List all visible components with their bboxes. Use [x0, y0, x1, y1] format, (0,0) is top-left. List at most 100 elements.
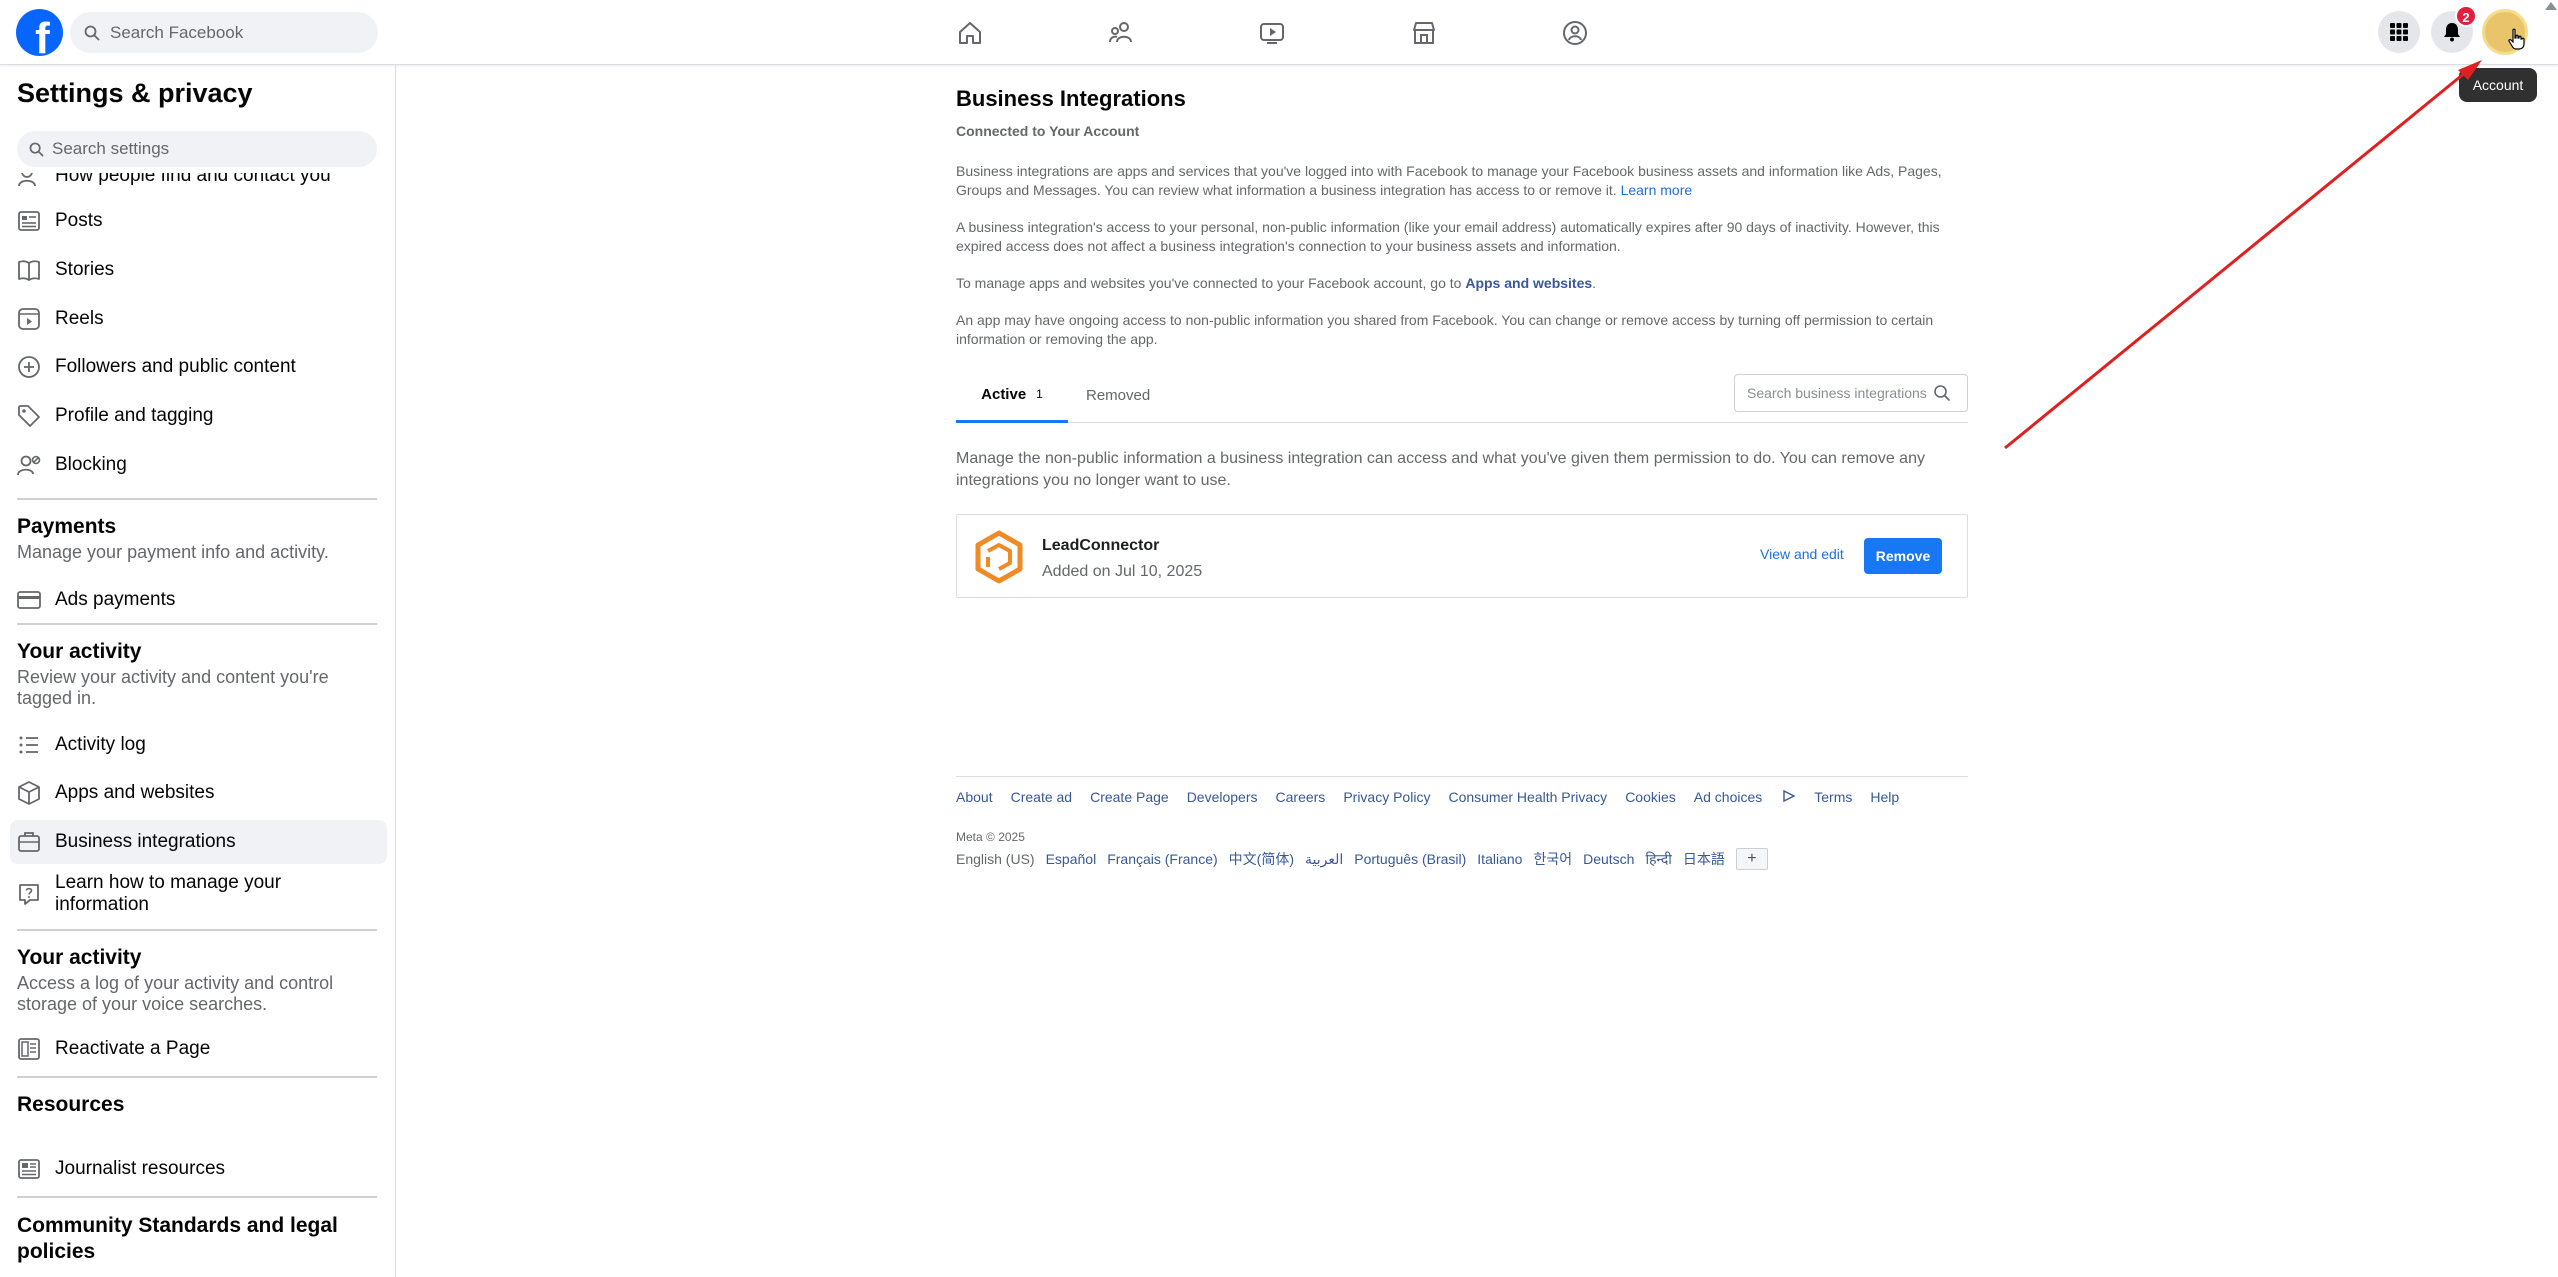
page-icon — [18, 1038, 40, 1060]
block-user-icon — [17, 455, 41, 476]
apps-websites-link[interactable]: Apps and websites — [1465, 275, 1592, 291]
facebook-search-box[interactable] — [70, 12, 378, 53]
facebook-search-input[interactable] — [110, 22, 360, 43]
language-option[interactable]: Français (France) — [1107, 851, 1217, 867]
footer-link-about[interactable]: About — [956, 789, 993, 805]
book-icon — [18, 260, 40, 281]
nav-groups-button[interactable] — [1557, 15, 1593, 51]
facebook-logo-icon[interactable]: f — [16, 9, 63, 56]
integration-search-box[interactable] — [1734, 374, 1968, 412]
tab-active-label: Active — [981, 385, 1027, 403]
language-option[interactable]: 한국어 — [1533, 849, 1572, 869]
language-option[interactable]: हिन्दी — [1645, 850, 1671, 869]
cube-icon — [18, 781, 40, 805]
footer-link-privacy-policy[interactable]: Privacy Policy — [1343, 789, 1430, 805]
language-option[interactable]: Español — [1046, 851, 1097, 867]
sidebar-item-learn-manage-info[interactable]: Learn how to manage your information — [10, 869, 387, 919]
footer-link-terms[interactable]: Terms — [1814, 789, 1852, 805]
sidebar-item-business-integrations[interactable]: Business integrations — [10, 820, 387, 864]
sidebar-item-journalist-resources[interactable]: Journalist resources — [10, 1147, 387, 1191]
facebook-logo-letter: f — [35, 14, 50, 56]
person-search-icon — [18, 173, 36, 187]
sidebar-item-label: Posts — [55, 210, 103, 231]
posts-icon — [18, 211, 40, 231]
language-option[interactable]: Deutsch — [1583, 851, 1634, 867]
sidebar-item-apps-websites[interactable]: Apps and websites — [10, 771, 387, 815]
search-icon — [84, 25, 100, 40]
tab-active[interactable]: Active 1 — [956, 368, 1068, 423]
sidebar-item-label: Business integrations — [55, 831, 236, 852]
settings-search-input[interactable] — [52, 139, 372, 159]
remove-button[interactable]: Remove — [1864, 538, 1942, 574]
language-option[interactable]: العربية — [1305, 851, 1343, 868]
integration-search-input[interactable] — [1747, 385, 1927, 401]
footer-link-ad-choices[interactable]: Ad choices — [1694, 789, 1796, 805]
sidebar-item-label: Blocking — [55, 454, 127, 475]
manage-description: Manage the non-public information a busi… — [956, 450, 1925, 489]
sidebar-item-label: Profile and tagging — [55, 405, 214, 426]
footer-link-create-ad[interactable]: Create ad — [1011, 789, 1072, 805]
sidebar-scroll-list[interactable]: How people find and contact you Posts St… — [0, 173, 395, 1277]
integration-name: LeadConnector — [1042, 537, 1160, 554]
activity2-heading: Your activity — [17, 946, 142, 969]
sidebar-item-posts[interactable]: Posts — [10, 199, 387, 243]
tab-removed[interactable]: Removed — [1086, 368, 1150, 423]
activity-description: Review your activity and content you're … — [17, 667, 329, 708]
sidebar-item-find-contact[interactable]: How people find and contact you — [10, 173, 387, 193]
notifications-button[interactable]: 2 — [2431, 5, 2477, 53]
search-icon — [1934, 385, 1950, 401]
groups-icon — [1563, 21, 1587, 45]
grid-menu-icon — [2390, 23, 2408, 41]
footer-link-create-page[interactable]: Create Page — [1090, 789, 1169, 805]
footer-link-cookies[interactable]: Cookies — [1625, 789, 1676, 805]
footer-link-careers[interactable]: Careers — [1276, 789, 1326, 805]
card-icon — [17, 591, 41, 609]
payments-heading: Payments — [17, 515, 117, 538]
language-option[interactable]: 中文(简体) — [1229, 849, 1294, 869]
tag-icon — [18, 405, 40, 427]
nav-friends-button[interactable] — [1103, 15, 1139, 51]
sidebar-item-activity-log[interactable]: Activity log — [10, 723, 387, 767]
footer-link-help[interactable]: Help — [1870, 789, 1899, 805]
sidebar-item-ads-payments[interactable]: Ads payments — [10, 578, 387, 622]
nav-home-button[interactable] — [952, 15, 988, 51]
sidebar-item-profile-tagging[interactable]: Profile and tagging — [10, 394, 387, 438]
sidebar-item-reels[interactable]: Reels — [10, 297, 387, 341]
sidebar-item-label: Reels — [55, 308, 104, 329]
language-option[interactable]: 日本語 — [1683, 849, 1725, 869]
sidebar-item-stories[interactable]: Stories — [10, 248, 387, 292]
sidebar-divider — [17, 623, 377, 625]
more-languages-button[interactable]: + — [1735, 848, 1768, 870]
menu-button[interactable] — [2378, 11, 2420, 53]
language-option[interactable]: Italiano — [1477, 851, 1522, 867]
ad-choices-icon — [1783, 789, 1796, 803]
language-current: English (US) — [956, 851, 1035, 867]
sidebar-item-followers[interactable]: Followers and public content — [10, 345, 387, 389]
page-subtitle: Connected to Your Account — [956, 123, 1140, 139]
notification-count-badge: 2 — [2455, 5, 2477, 27]
sidebar-item-label: Followers and public content — [55, 356, 296, 377]
video-icon — [1260, 23, 1284, 44]
settings-search-box[interactable] — [17, 131, 377, 167]
sidebar-item-blocking[interactable]: Blocking — [10, 443, 387, 487]
sidebar-item-reactivate-page[interactable]: Reactivate a Page — [10, 1027, 387, 1071]
reels-icon — [18, 308, 40, 330]
integration-added-date: Added on Jul 10, 2025 — [1042, 563, 1203, 580]
nav-video-button[interactable] — [1254, 15, 1290, 51]
community-standards-heading[interactable]: Community Standards and legal policies — [17, 1213, 367, 1265]
manage-apps-text: To manage apps and websites you've conne… — [956, 275, 1462, 291]
expiry-paragraph: A business integration's access to your … — [956, 219, 1940, 254]
learn-more-link[interactable]: Learn more — [1621, 182, 1693, 198]
view-and-edit-link[interactable]: View and edit — [1760, 546, 1844, 562]
friends-icon — [1109, 22, 1132, 43]
nav-marketplace-button[interactable] — [1406, 15, 1442, 51]
activity2-description: Access a log of your activity and contro… — [17, 973, 334, 1014]
footer-link-developers[interactable]: Developers — [1187, 789, 1258, 805]
language-option[interactable]: Português (Brasil) — [1354, 851, 1466, 867]
sidebar-item-label: Learn how to manage your information — [55, 872, 282, 915]
language-selector: English (US) Español Français (France) 中… — [956, 848, 1768, 870]
footer-link-consumer-health[interactable]: Consumer Health Privacy — [1448, 789, 1607, 805]
page-title: Business Integrations — [956, 86, 1186, 111]
sidebar-item-label: Reactivate a Page — [55, 1038, 211, 1059]
scrollbar-up-arrow-icon[interactable] — [2545, 2, 2557, 10]
